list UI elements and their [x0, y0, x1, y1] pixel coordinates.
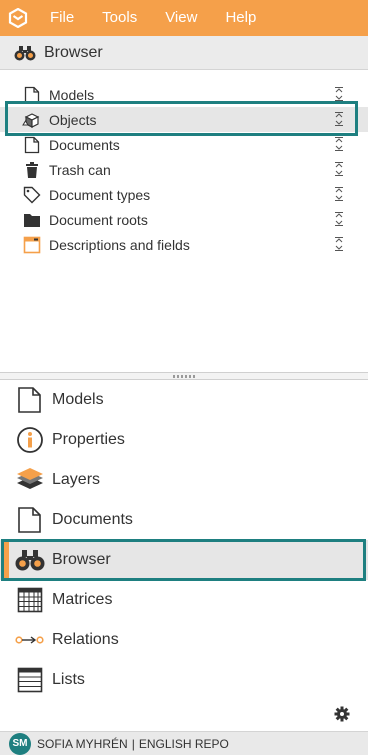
nav-item-label: Lists: [52, 671, 85, 688]
panel-title: Browser: [44, 43, 103, 61]
document-icon: [22, 135, 42, 155]
trash-icon: [22, 160, 42, 180]
separator: |: [131, 736, 135, 751]
list-icon: [15, 665, 45, 695]
nav-item-label: Documents: [52, 511, 133, 528]
nav-item-models[interactable]: Models: [0, 380, 368, 420]
tree-item-label: Document roots: [49, 211, 148, 228]
user-name: SOFIA MYHRÉN: [37, 736, 128, 751]
panel-splitter[interactable]: [0, 372, 368, 380]
info-icon: [15, 425, 45, 455]
avatar[interactable]: SM: [9, 732, 31, 755]
menu-view[interactable]: View: [151, 0, 211, 36]
repository-name: ENGLISH REPO: [138, 736, 229, 751]
expand-icon[interactable]: [333, 236, 345, 252]
nav-item-label: Relations: [52, 631, 119, 648]
grip-handle-icon: [173, 374, 195, 378]
menu-file[interactable]: File: [36, 0, 88, 36]
expand-icon[interactable]: [333, 136, 345, 152]
tree-item-label: Descriptions and fields: [49, 236, 190, 253]
menu-tools[interactable]: Tools: [88, 0, 151, 36]
nav-item-lists[interactable]: Lists: [0, 660, 368, 700]
expand-icon[interactable]: [333, 161, 345, 177]
tree-item-label: Documents: [49, 136, 120, 153]
status-bar: SM SOFIA MYHRÉN | ENGLISH REPO: [0, 731, 368, 755]
grid-icon: [15, 585, 45, 615]
nav-item-layers[interactable]: Layers: [0, 460, 368, 500]
menu-bar: File Tools View Help: [0, 0, 368, 36]
tree-item-descriptions-and-fields[interactable]: Descriptions and fields: [0, 232, 368, 257]
expand-icon[interactable]: [333, 186, 345, 202]
tree-item-document-roots[interactable]: Document roots: [0, 207, 368, 232]
layers-icon: [15, 465, 45, 495]
panel-header: Browser: [0, 36, 368, 70]
gear-icon[interactable]: [333, 705, 351, 723]
expand-icon[interactable]: [333, 211, 345, 227]
binoculars-icon: [14, 43, 38, 63]
nav-item-relations[interactable]: Relations: [0, 620, 368, 660]
folder-icon: [22, 210, 42, 230]
nav-item-properties[interactable]: Properties: [0, 420, 368, 460]
tree-item-document-types[interactable]: Document types: [0, 182, 368, 207]
tree-item-label: Document types: [49, 186, 151, 203]
menu-help[interactable]: Help: [211, 0, 270, 36]
document-icon: [15, 505, 45, 535]
nav-item-documents[interactable]: Documents: [0, 500, 368, 540]
nav-item-label: Models: [52, 391, 104, 408]
nav-item-label: Layers: [52, 471, 101, 488]
nav-item-matrices[interactable]: Matrices: [0, 580, 368, 620]
selection-highlight: [5, 101, 358, 136]
window-icon: [22, 235, 42, 255]
document-icon: [15, 385, 45, 415]
tag-icon: [22, 185, 42, 205]
tree-item-label: Trash can: [49, 161, 111, 178]
expand-icon[interactable]: [333, 86, 345, 102]
app-logo-icon[interactable]: [0, 0, 36, 36]
nav-item-label: Properties: [52, 431, 125, 448]
tree-item-trash-can[interactable]: Trash can: [0, 157, 368, 182]
relations-icon: [15, 625, 45, 655]
selection-highlight: [1, 539, 366, 581]
nav-item-label: Matrices: [52, 591, 113, 608]
